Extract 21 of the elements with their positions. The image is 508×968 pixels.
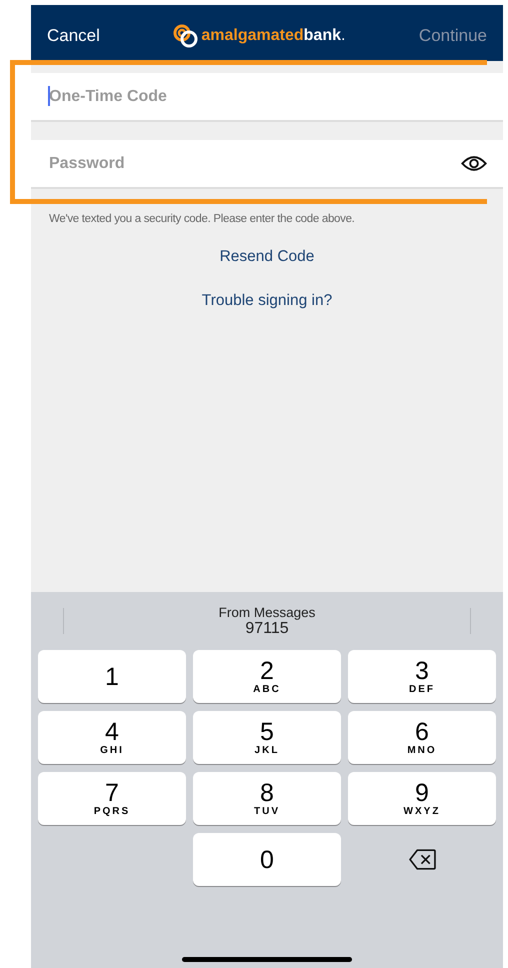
logo-icon	[173, 24, 200, 48]
key[interactable]: 9 WXYZ	[348, 772, 496, 825]
key[interactable]: 7 PQRS	[38, 772, 186, 825]
key[interactable]: 8 TUV	[193, 772, 341, 825]
code-suggestion[interactable]: From Messages 97115	[212, 604, 322, 638]
delete-icon[interactable]	[408, 849, 436, 870]
key[interactable]: 5 JKL	[193, 711, 341, 764]
key[interactable]: 1	[38, 650, 186, 703]
logo-text: amalgamatedbank.	[201, 27, 346, 45]
key[interactable]: 0	[193, 833, 341, 886]
info-text: We've texted you a security code. Please enter the code above.	[49, 213, 356, 225]
eye-icon[interactable]	[461, 155, 487, 172]
cancel-button[interactable]: Cancel	[43, 26, 104, 46]
key[interactable]: 3 DEF	[348, 650, 496, 703]
link[interactable]: Trouble signing in?	[198, 288, 336, 314]
key[interactable]: 2 ABC	[193, 650, 341, 703]
password-field[interactable]: Password	[31, 140, 503, 189]
code-field[interactable]: One-Time Code	[31, 73, 503, 122]
key[interactable]: 6 MNO	[348, 711, 496, 764]
key[interactable]: 4 GHI	[38, 711, 186, 764]
link[interactable]: Resend Code	[216, 244, 318, 270]
